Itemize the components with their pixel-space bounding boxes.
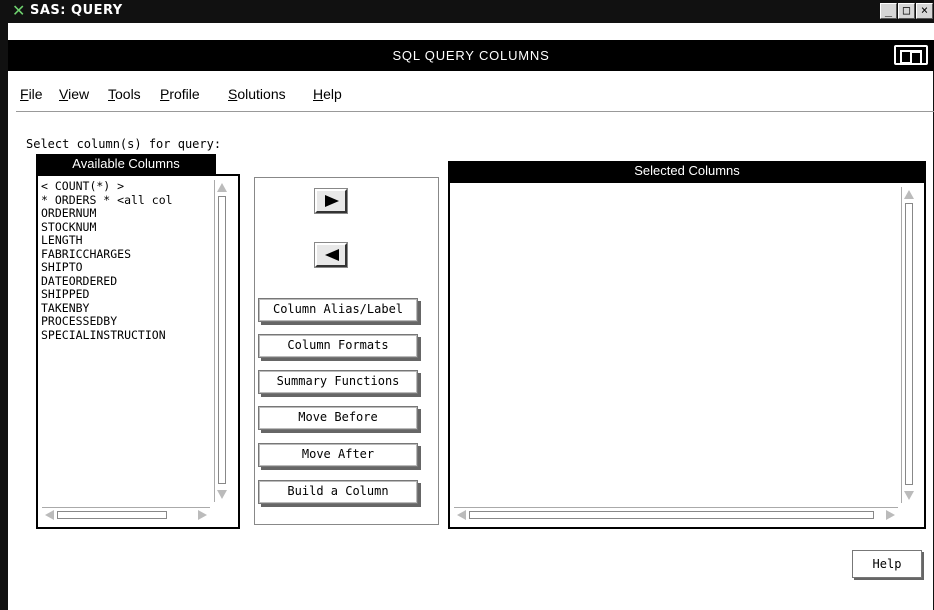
summary-functions-button[interactable]: Summary Functions: [258, 370, 418, 394]
scroll-right-icon[interactable]: [198, 510, 207, 520]
available-columns-items[interactable]: < COUNT(*) > * ORDERS * <all col ORDERNUM S…: [41, 179, 173, 343]
select-prompt: Select column(s) for query:: [26, 137, 222, 151]
list-item[interactable]: PROCESSEDBY: [41, 314, 173, 329]
list-item[interactable]: SHIPPED: [41, 287, 173, 302]
list-item[interactable]: * ORDERS * <all col: [41, 193, 173, 208]
left-arrow-icon: [325, 249, 339, 261]
move-after-button[interactable]: Move After: [258, 443, 418, 467]
menu-file[interactable]: File: [20, 86, 43, 102]
menu-view[interactable]: View: [59, 86, 89, 102]
list-item[interactable]: SPECIALINSTRUCTION: [41, 328, 173, 343]
maximize-button[interactable]: □: [898, 3, 915, 19]
scroll-down-icon[interactable]: [904, 491, 914, 500]
remove-column-button[interactable]: [314, 242, 348, 268]
available-horizontal-scrollbar[interactable]: [42, 507, 210, 522]
scroll-thumb[interactable]: [57, 511, 167, 519]
list-item[interactable]: < COUNT(*) >: [41, 179, 173, 194]
header-title: SQL QUERY COLUMNS: [392, 48, 550, 63]
add-column-button[interactable]: [314, 188, 348, 214]
selected-horizontal-scrollbar[interactable]: [454, 507, 898, 522]
sas-query-window: ✕ SAS: QUERY _ □ × SQL QUERY COLUMNS Fil…: [0, 0, 934, 610]
menu-help[interactable]: Help: [313, 86, 342, 102]
scroll-thumb[interactable]: [905, 203, 913, 485]
scroll-left-icon[interactable]: [45, 510, 54, 520]
help-button[interactable]: Help: [852, 550, 922, 578]
column-formats-button[interactable]: Column Formats: [258, 334, 418, 358]
window-body-top: [8, 23, 934, 40]
title-bar[interactable]: ✕ SAS: QUERY _ □ ×: [8, 0, 934, 23]
available-columns-header: Available Columns: [36, 154, 216, 174]
menu-profile[interactable]: Profile: [160, 86, 200, 102]
close-button[interactable]: ×: [916, 3, 933, 19]
x-logo-icon: ✕: [12, 1, 26, 20]
menu-divider: [16, 111, 934, 112]
build-column-button[interactable]: Build a Column: [258, 480, 418, 504]
list-item[interactable]: FABRICCHARGES: [41, 247, 173, 262]
scroll-up-icon[interactable]: [217, 183, 227, 192]
menu-bar: File View Tools Profile Solutions Help: [8, 80, 934, 110]
menu-solutions[interactable]: Solutions: [228, 86, 286, 102]
list-item[interactable]: TAKENBY: [41, 301, 173, 316]
scroll-thumb[interactable]: [469, 511, 874, 519]
selected-columns-header: Selected Columns: [448, 161, 926, 181]
list-item[interactable]: DATEORDERED: [41, 274, 173, 289]
right-arrow-icon: [325, 195, 339, 207]
scroll-up-icon[interactable]: [904, 190, 914, 199]
list-item[interactable]: LENGTH: [41, 233, 173, 248]
move-before-button[interactable]: Move Before: [258, 406, 418, 430]
column-alias-label-button[interactable]: Column Alias/Label: [258, 298, 418, 322]
minimize-button[interactable]: _: [880, 3, 897, 19]
scroll-right-icon[interactable]: [886, 510, 895, 520]
selected-columns-list[interactable]: [448, 181, 926, 529]
list-item[interactable]: STOCKNUM: [41, 220, 173, 235]
layout-icon[interactable]: [894, 45, 928, 65]
available-columns-list[interactable]: < COUNT(*) > * ORDERS * <all col ORDERNUM S…: [36, 174, 240, 529]
scroll-left-icon[interactable]: [457, 510, 466, 520]
available-vertical-scrollbar[interactable]: [214, 180, 229, 502]
scroll-down-icon[interactable]: [217, 490, 227, 499]
header-bar: SQL QUERY COLUMNS: [8, 40, 934, 71]
selected-vertical-scrollbar[interactable]: [901, 187, 916, 503]
menu-tools[interactable]: Tools: [108, 86, 141, 102]
list-item[interactable]: SHIPTO: [41, 260, 173, 275]
list-item[interactable]: ORDERNUM: [41, 206, 173, 221]
scroll-thumb[interactable]: [218, 196, 226, 484]
window-title: SAS: QUERY: [30, 3, 123, 18]
